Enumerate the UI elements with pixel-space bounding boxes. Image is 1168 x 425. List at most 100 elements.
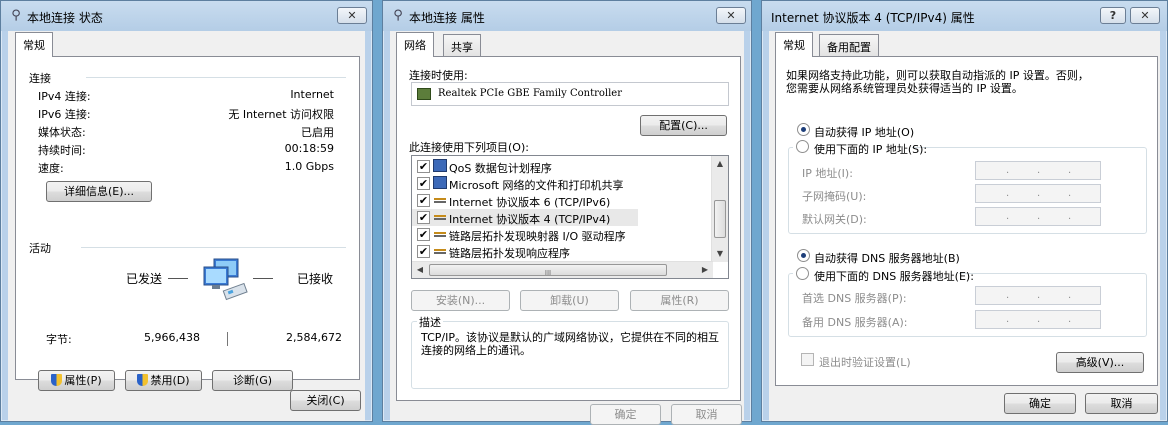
speed-value: 1.0 Gbps [284, 160, 334, 173]
speed-label: 速度: [38, 162, 64, 175]
ok-button[interactable]: 确定 [1004, 393, 1076, 414]
ip-dot: . [1068, 188, 1072, 199]
item-checkbox[interactable]: ✔ [417, 160, 430, 173]
manual-ip-legend: 使用下面的 IP 地址(S): [793, 139, 927, 156]
activity-heading: 活动 [29, 242, 51, 255]
duration-label: 持续时间: [38, 144, 86, 157]
preferred-dns-field[interactable]: ... [975, 286, 1101, 305]
auto-dns-label[interactable]: 自动获得 DNS 服务器地址(B) [814, 250, 960, 266]
item-checkbox[interactable]: ✔ [417, 177, 430, 190]
manual-ip-label[interactable]: 使用下面的 IP 地址(S): [814, 141, 927, 157]
network-computers-icon [200, 257, 252, 301]
properties-button[interactable]: 属性(P) [38, 370, 115, 391]
network-client-icon [433, 159, 447, 172]
scroll-thumb[interactable]: III [429, 264, 667, 277]
item-checkbox[interactable]: ✔ [417, 245, 430, 258]
close-window-button[interactable]: ✕ [1130, 7, 1160, 24]
auto-ip-radio[interactable] [797, 123, 810, 136]
scroll-grip: III [544, 269, 552, 277]
ip-dot: . [1006, 290, 1010, 301]
close-window-button[interactable]: ✕ [337, 7, 367, 24]
description-text: TCP/IP。该协议是默认的广域网络协议，它提供在不同的相互连接的网络上的通讯。 [421, 331, 719, 357]
list-item[interactable]: ✔ Internet 协议版本 4 (TCP/IPv4) [412, 209, 638, 226]
tab-alternate-config[interactable]: 备用配置 [819, 34, 879, 56]
uac-shield-icon [51, 374, 63, 386]
scroll-right-icon[interactable]: ▶ [697, 262, 713, 278]
subnet-mask-field[interactable]: ... [975, 184, 1101, 203]
dialog-body: 常规 备用配置 如果网络支持此功能，则可以获取自动指派的 IP 设置。否则， 您… [769, 31, 1160, 421]
scroll-left-icon[interactable]: ◀ [412, 262, 428, 278]
vertical-scrollbar[interactable]: ▲ ▼ [711, 156, 728, 262]
item-checkbox[interactable]: ✔ [417, 194, 430, 207]
list-item[interactable]: ✔ QoS 数据包计划程序 [412, 158, 712, 175]
list-item[interactable]: ✔ Internet 协议版本 6 (TCP/IPv6) [412, 192, 712, 209]
duration-value: 00:18:59 [284, 142, 334, 155]
title-bar[interactable]: ⚲ 本地连接 状态 ✕ [1, 1, 372, 31]
item-label: Internet 协议版本 6 (TCP/IPv6) [449, 196, 611, 209]
ip-dot: . [1068, 314, 1072, 325]
ip-dot: . [1037, 290, 1041, 301]
item-label: 链路层拓扑发现映射器 I/O 驱动程序 [449, 230, 626, 243]
uninstall-button[interactable]: 卸载(U) [520, 290, 619, 311]
configure-button[interactable]: 配置(C)... [640, 115, 727, 136]
horizontal-scrollbar[interactable]: ◀ III ▶ [412, 261, 713, 278]
auto-ip-label[interactable]: 自动获得 IP 地址(O) [814, 124, 914, 140]
received-label: 已接收 [297, 272, 334, 286]
diagnose-button[interactable]: 诊断(G) [212, 370, 293, 391]
title-bar[interactable]: Internet 协议版本 4 (TCP/IPv4) 属性 ? ✕ [762, 1, 1167, 31]
divider [86, 77, 346, 78]
manual-dns-radio[interactable] [796, 267, 809, 280]
ip-dot: . [1037, 211, 1041, 222]
default-gateway-label: 默认网关(D): [802, 213, 867, 226]
item-label: QoS 数据包计划程序 [449, 162, 552, 175]
window-title: 本地连接 属性 [409, 11, 485, 25]
item-checkbox[interactable]: ✔ [417, 228, 430, 241]
help-button[interactable]: ? [1100, 7, 1126, 24]
components-list[interactable]: ✔ QoS 数据包计划程序 ✔ Microsoft 网络的文件和打印机共享 ✔ … [411, 155, 729, 279]
connection-heading: 连接 [29, 72, 51, 85]
close-button[interactable]: 关闭(C) [290, 390, 361, 411]
alternate-dns-field[interactable]: ... [975, 310, 1101, 329]
disable-button[interactable]: 禁用(D) [125, 370, 202, 391]
auto-dns-radio[interactable] [797, 249, 810, 262]
title-bar[interactable]: ⚲ 本地连接 属性 ✕ [383, 1, 751, 31]
close-window-button[interactable]: ✕ [716, 7, 746, 24]
install-button[interactable]: 安装(N)... [411, 290, 510, 311]
protocol-icon [434, 249, 446, 254]
network-icon: ⚲ [11, 8, 21, 23]
list-item[interactable]: ✔ 链路层拓扑发现响应程序 [412, 243, 712, 260]
sent-line [168, 278, 188, 279]
default-gateway-field[interactable]: ... [975, 207, 1101, 226]
protocol-icon [434, 232, 446, 237]
manual-dns-label[interactable]: 使用下面的 DNS 服务器地址(E): [814, 268, 974, 284]
cancel-button[interactable]: 取消 [1085, 393, 1158, 414]
adapter-name: Realtek PCIe GBE Family Controller [438, 88, 622, 99]
advanced-button[interactable]: 高级(V)... [1056, 352, 1144, 373]
dialog-body: 网络 共享 连接时使用: Realtek PCIe GBE Family Con… [390, 31, 744, 425]
item-label: 链路层拓扑发现响应程序 [449, 247, 570, 260]
tab-general[interactable]: 常规 [775, 32, 813, 57]
validate-checkbox[interactable] [801, 353, 814, 366]
ip-address-field[interactable]: ... [975, 161, 1101, 180]
ip-dot: . [1037, 188, 1041, 199]
scroll-up-icon[interactable]: ▲ [712, 156, 728, 172]
item-label: Internet 协议版本 4 (TCP/IPv4) [449, 213, 611, 226]
tab-network[interactable]: 网络 [396, 32, 434, 57]
details-button[interactable]: 详细信息(E)... [46, 181, 152, 202]
tab-sharing[interactable]: 共享 [443, 34, 481, 56]
tab-general[interactable]: 常规 [15, 32, 53, 57]
item-checkbox[interactable]: ✔ [417, 211, 430, 224]
connect-using-label: 连接时使用: [409, 69, 468, 82]
sent-label: 已发送 [126, 272, 163, 286]
ip-dot: . [1006, 211, 1010, 222]
ip-address-label: IP 地址(I): [802, 167, 853, 180]
items-label: 此连接使用下列项目(O): [409, 141, 529, 154]
manual-ip-radio[interactable] [796, 140, 809, 153]
protocol-icon [434, 215, 446, 220]
scroll-thumb[interactable] [714, 200, 726, 238]
disable-button-label: 禁用(D) [150, 374, 190, 387]
item-properties-button[interactable]: 属性(R) [630, 290, 729, 311]
list-item[interactable]: ✔ Microsoft 网络的文件和打印机共享 [412, 175, 712, 192]
scroll-down-icon[interactable]: ▼ [712, 246, 728, 262]
list-item[interactable]: ✔ 链路层拓扑发现映射器 I/O 驱动程序 [412, 226, 712, 243]
